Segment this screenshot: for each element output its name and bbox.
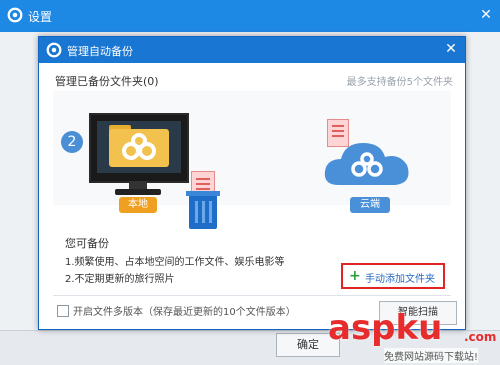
settings-title-bar: 设置 ✕ — [0, 0, 500, 32]
folder-icon — [109, 129, 169, 167]
watermark-suffix: .com — [464, 330, 497, 344]
gear-icon — [46, 42, 62, 58]
can-backup-heading: 您可备份 — [65, 237, 109, 250]
add-folder-label: 手动添加文件夹 — [365, 274, 435, 285]
baidu-cloud-logo-icon — [122, 133, 156, 160]
cloud-icon — [324, 143, 409, 185]
dialog-title-bar: 管理自动备份 ✕ — [39, 37, 465, 63]
divider — [53, 295, 451, 296]
cloud-label: 云端 — [350, 197, 390, 213]
plus-icon: + — [349, 268, 361, 284]
watermark-brand: aspku — [328, 308, 443, 348]
gear-icon — [7, 7, 23, 23]
trash-icon — [186, 191, 220, 229]
close-icon[interactable]: ✕ — [443, 40, 459, 58]
watermark: aspku .com 免费网站源码下载站! — [326, 308, 500, 364]
watermark-tagline: 免费网站源码下载站! — [384, 348, 479, 363]
close-icon[interactable]: ✕ — [474, 4, 498, 26]
settings-title: 设置 — [28, 10, 53, 24]
monitor-base — [115, 189, 161, 195]
max-support-label: 最多支持备份5个文件夹 — [346, 77, 453, 88]
step-badge: 2 — [61, 131, 83, 153]
backup-dialog: 管理自动备份 ✕ 管理已备份文件夹(0) 最多支持备份5个文件夹 2 本地 云端… — [38, 36, 466, 330]
multi-version-label: 开启文件多版本（保存最近更新的10个文件版本） — [73, 307, 296, 318]
can-backup-item: 1.频繁使用、占本地空间的工作文件、娱乐电影等 — [65, 257, 285, 268]
local-label: 本地 — [119, 197, 157, 213]
managed-folders-label: 管理已备份文件夹(0) — [55, 75, 159, 88]
can-backup-item: 2.不定期更新的旅行照片 — [65, 274, 175, 285]
computer-icon — [89, 113, 189, 183]
multi-version-checkbox[interactable] — [57, 305, 69, 317]
dialog-title: 管理自动备份 — [67, 45, 133, 58]
add-folder-button[interactable]: + 手动添加文件夹 — [341, 263, 445, 289]
